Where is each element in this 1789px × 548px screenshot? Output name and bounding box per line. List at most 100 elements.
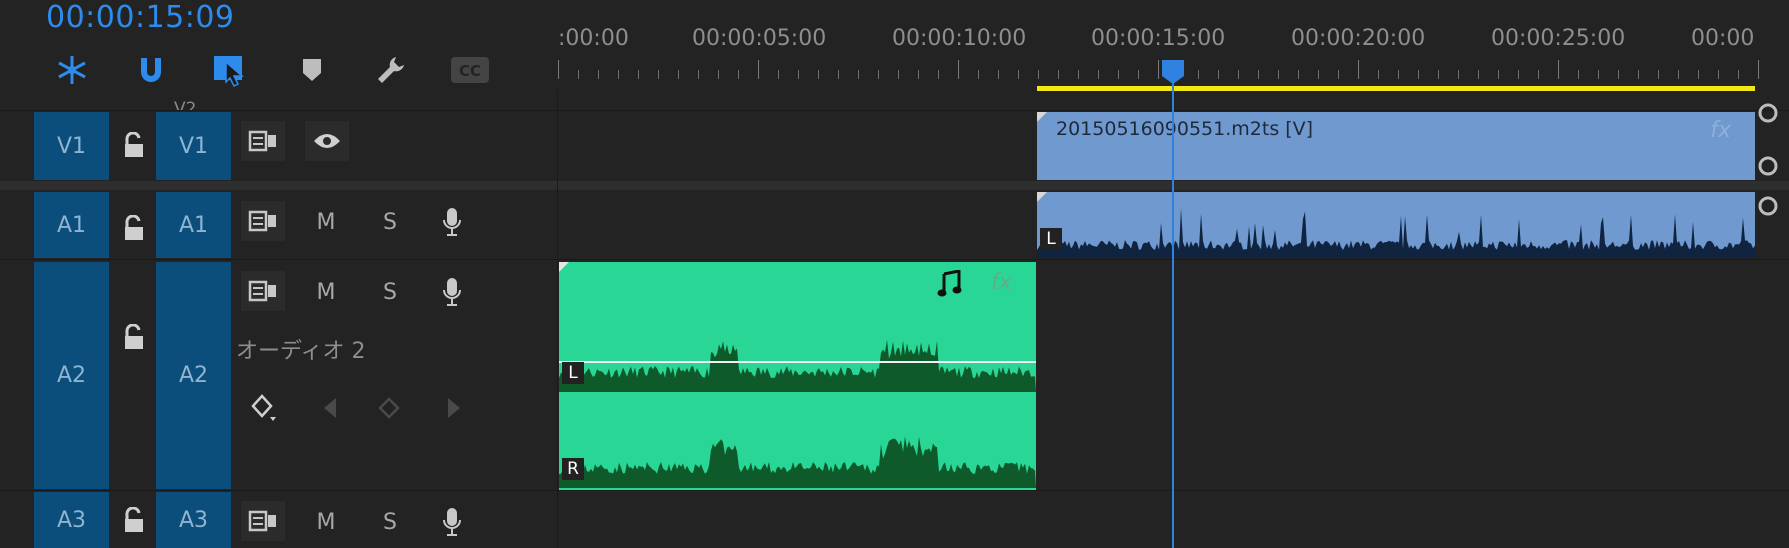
playhead-line[interactable] (1172, 74, 1174, 548)
audio-music-note-icon (937, 269, 963, 302)
a1-lock-icon[interactable] (121, 213, 147, 243)
waveform-shape (559, 436, 1036, 488)
ruler-tick (1678, 70, 1679, 79)
a2-solo-button[interactable]: S (368, 272, 412, 312)
a3-lock-icon[interactable] (121, 505, 147, 535)
audio-tracks-scroll-handle-icon[interactable] (1757, 195, 1779, 221)
ruler-tick (1618, 70, 1619, 79)
a1-voiceover-mic-icon[interactable] (430, 202, 474, 242)
wrench-settings-icon[interactable] (373, 52, 409, 88)
ruler-tick (898, 70, 899, 79)
a2-source-patch[interactable]: A2 (34, 262, 109, 489)
ruler-tick (998, 70, 999, 79)
time-ruler[interactable]: :00:00 00:00:05:00 00:00:10:00 00:00:15:… (558, 0, 1759, 110)
ruler-tick (1358, 60, 1359, 79)
ruler-tick (938, 70, 939, 79)
ruler-tick (1038, 70, 1039, 79)
ruler-tick (878, 70, 879, 79)
insert-nest-icon[interactable] (54, 52, 90, 88)
a2-track-name[interactable]: オーディオ 2 (236, 333, 365, 365)
ruler-tick (1478, 70, 1479, 79)
video-clip-v1[interactable]: 20150516090551.m2ts [V] fx (1037, 112, 1755, 180)
ruler-tick (1318, 70, 1319, 79)
ruler-tick (1338, 70, 1339, 79)
a2-volume-rubberband[interactable] (559, 361, 1036, 363)
a3-mute-button[interactable]: M (304, 502, 348, 542)
v1-toggle-output-eye-icon[interactable] (305, 121, 349, 161)
a1-waveform (1037, 208, 1755, 258)
ruler-tick (1578, 70, 1579, 79)
ruler-tick (1058, 70, 1059, 79)
ruler-tick (698, 70, 699, 79)
captions-cc-icon[interactable]: CC (450, 52, 490, 88)
v1-lock-icon[interactable] (121, 130, 147, 160)
a3-sync-lock-icon[interactable] (241, 501, 285, 541)
a1-mute-button[interactable]: M (304, 202, 348, 242)
a2-lock-icon[interactable] (121, 322, 147, 352)
ruler-tick (798, 70, 799, 79)
linked-selection-icon[interactable] (212, 52, 248, 88)
video-audio-divider[interactable] (0, 181, 1789, 190)
channel-right-badge: R (562, 458, 584, 480)
ruler-tick (718, 70, 719, 79)
ruler-tick (1118, 70, 1119, 79)
v1-source-patch[interactable]: V1 (34, 112, 109, 180)
ruler-tick (858, 70, 859, 79)
ruler-tick (778, 70, 779, 79)
playhead-timecode[interactable]: 00:00:15:09 (46, 0, 235, 35)
add-marker-icon[interactable] (294, 52, 330, 88)
ruler-tick (1758, 60, 1759, 79)
ruler-tick (1518, 70, 1519, 79)
a1-solo-button[interactable]: S (368, 202, 412, 242)
a2-prev-keyframe-icon[interactable] (320, 396, 340, 424)
ruler-tick (558, 60, 559, 79)
a2-next-keyframe-icon[interactable] (444, 396, 464, 424)
ruler-tick (1558, 60, 1559, 79)
ruler-label: 00:00:25:00 (1491, 26, 1626, 51)
a2-voiceover-mic-icon[interactable] (430, 272, 474, 312)
audio-clip-a2[interactable]: fx L R (559, 262, 1036, 490)
v2-scroll-handle-icon[interactable] (1757, 102, 1779, 128)
a2-target-track[interactable]: A2 (156, 262, 231, 489)
a2-sync-lock-icon[interactable] (241, 271, 285, 311)
ruler-tick (1718, 70, 1719, 79)
ruler-tick (1698, 70, 1699, 79)
ruler-tick (638, 70, 639, 79)
ruler-tick (1238, 70, 1239, 79)
a2-mute-button[interactable]: M (304, 272, 348, 312)
v1-target-track[interactable]: V1 (156, 112, 231, 180)
a1-target-track[interactable]: A1 (156, 192, 231, 258)
captions-label: CC (459, 62, 481, 80)
ruler-tick (1438, 70, 1439, 79)
v1-sync-lock-icon[interactable] (241, 121, 285, 161)
a2-add-keyframe-icon[interactable] (378, 397, 400, 423)
ruler-tick (1738, 70, 1739, 79)
channel-left-badge: L (562, 362, 584, 384)
ruler-tick (1498, 70, 1499, 79)
waveform-shape (1037, 208, 1755, 258)
ruler-tick (1458, 70, 1459, 79)
snap-magnet-icon[interactable] (133, 52, 169, 88)
ruler-tick (1278, 70, 1279, 79)
ruler-tick (918, 70, 919, 79)
audio-clip-a1[interactable]: L (1037, 192, 1755, 258)
ruler-tick (1018, 70, 1019, 79)
a3-solo-button[interactable]: S (368, 502, 412, 542)
a1-source-patch[interactable]: A1 (34, 192, 109, 258)
ruler-tick (678, 70, 679, 79)
ruler-tick (1658, 70, 1659, 79)
ruler-tick (1218, 70, 1219, 79)
ruler-tick (1538, 70, 1539, 79)
ruler-tick (738, 70, 739, 79)
a3-voiceover-mic-icon[interactable] (430, 502, 474, 542)
a3-source-patch[interactable]: A3 (34, 492, 109, 548)
a2-keyframe-options-icon[interactable] (250, 393, 280, 427)
v2-track-label: V2 (174, 99, 197, 110)
a3-target-track[interactable]: A3 (156, 492, 231, 548)
a2-waveform (559, 339, 1036, 488)
a2-fx-badge-icon: fx (991, 270, 1012, 295)
a1-sync-lock-icon[interactable] (241, 201, 285, 241)
ruler-tick (1398, 70, 1399, 79)
video-tracks-scroll-handle-icon[interactable] (1757, 155, 1779, 181)
work-area-bar[interactable] (1037, 86, 1755, 91)
